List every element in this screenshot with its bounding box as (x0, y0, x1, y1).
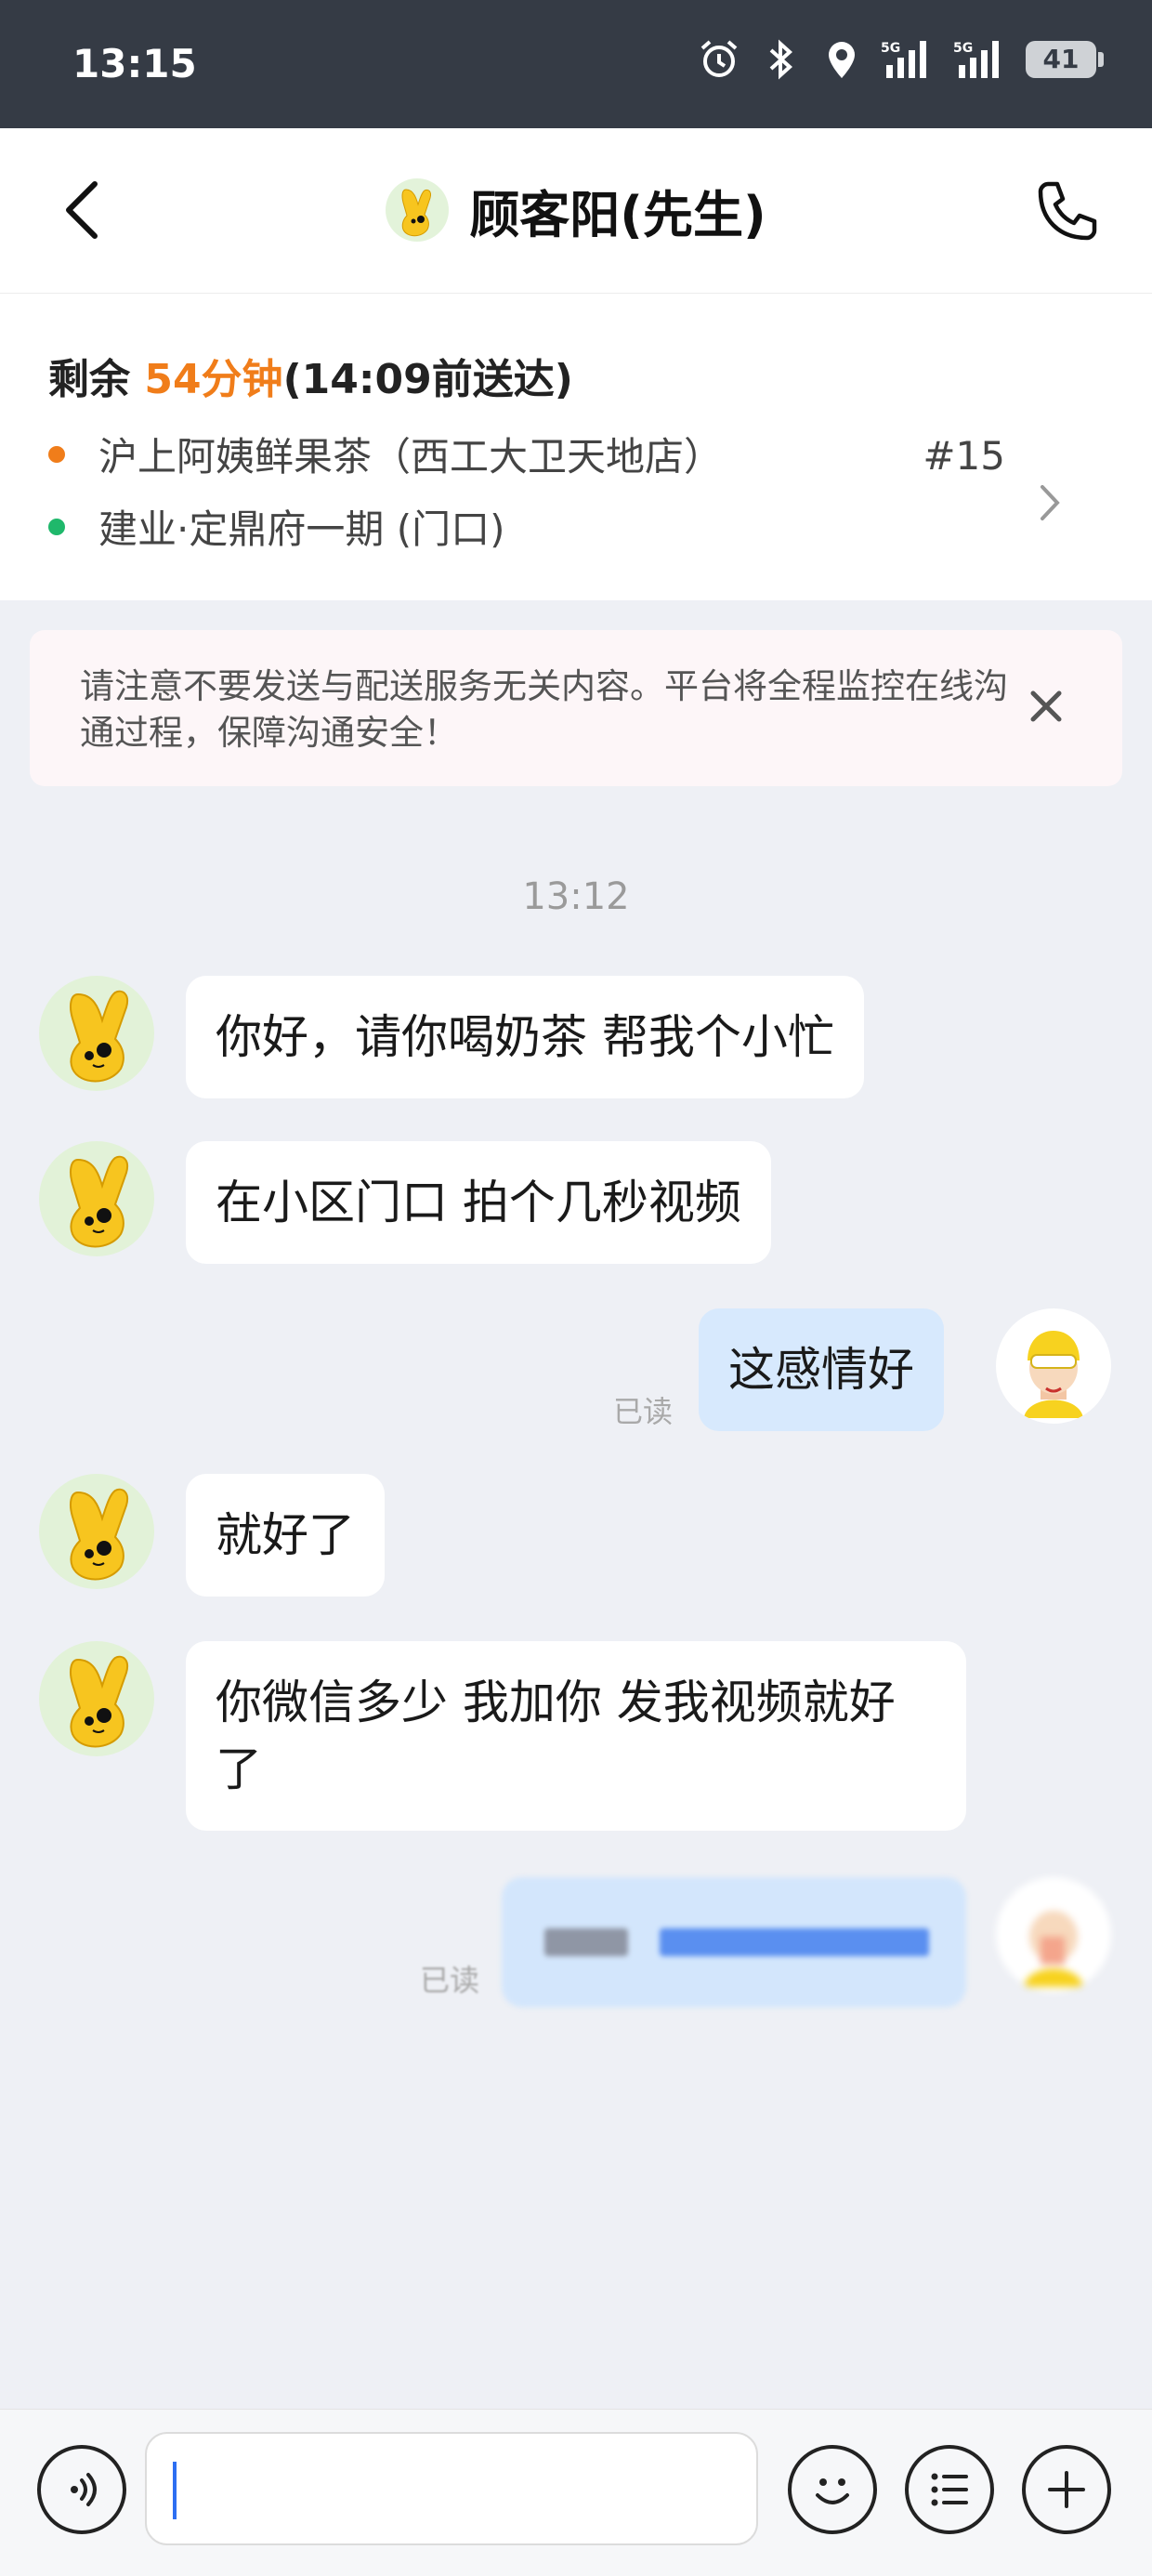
customer-avatar[interactable] (39, 1474, 154, 1589)
chevron-right-icon[interactable] (1028, 470, 1074, 535)
destination-dot (48, 518, 65, 535)
voice-button[interactable] (37, 2445, 126, 2534)
redaction-block (660, 1928, 929, 1956)
emoji-button[interactable] (788, 2445, 877, 2534)
signal-5g-icon: 5G (881, 41, 926, 78)
signal-5g-icon: 5G (953, 41, 999, 78)
remain-prefix: 剩余 (48, 356, 145, 403)
phone-icon[interactable] (1031, 177, 1102, 247)
status-bar: 13:15 5G 5G 41 (0, 0, 1152, 128)
store-name: 沪上阿姨鲜果茶（西工大卫天地店） (98, 434, 724, 480)
store-dot (48, 445, 65, 463)
message-bubble[interactable]: 你好，请你喝奶茶 帮我个小忙 (186, 976, 864, 1098)
mascot-icon (70, 1155, 128, 1248)
customer-avatar[interactable] (39, 1641, 154, 1756)
close-icon[interactable] (1026, 686, 1067, 727)
safety-notice: 请注意不要发送与配送服务无关内容。平台将全程监控在线沟通过程，保障沟通安全！ (30, 630, 1122, 786)
chat-header: 顾客阳(先生) (0, 128, 1152, 294)
notice-text: 请注意不要发送与配送服务无关内容。平台将全程监控在线沟通过程，保障沟通安全！ (80, 666, 1008, 753)
svg-text:5G: 5G (953, 41, 973, 56)
rider-icon (1024, 1911, 1083, 1987)
rider-icon (1024, 1331, 1083, 1418)
mascot-icon (70, 1488, 128, 1581)
page-title: 顾客阳(先生) (0, 173, 1152, 247)
chat-timestamp: 13:12 (522, 875, 630, 918)
customer-avatar[interactable] (39, 976, 154, 1091)
mascot-icon (401, 189, 432, 237)
list-icon (931, 2473, 968, 2506)
location-icon (829, 42, 855, 78)
read-status: 已读 (420, 1963, 480, 1998)
quick-reply-button[interactable] (905, 2445, 994, 2534)
message-bubble-mine[interactable]: 这感情好 (699, 1308, 944, 1431)
battery-icon: 41 (1026, 41, 1104, 78)
alarm-icon (700, 40, 738, 77)
plus-icon (1048, 2471, 1085, 2508)
order-info-card[interactable]: 剩余 54分钟(14:09前送达) 沪上阿姨鲜果茶（西工大卫天地店） #15 建… (0, 294, 1152, 600)
redacted-message-bubble[interactable] (502, 1877, 966, 2007)
remain-minutes: 54分钟 (144, 356, 283, 403)
rider-avatar[interactable] (996, 1877, 1111, 1992)
read-status: 已读 (613, 1394, 674, 1429)
text-caret (173, 2462, 177, 2519)
status-time: 13:15 (72, 41, 197, 86)
message-bubble[interactable]: 就好了 (186, 1474, 385, 1597)
message-input[interactable] (145, 2432, 758, 2545)
mascot-icon (70, 1655, 128, 1748)
bluetooth-icon (769, 39, 792, 80)
destination-address: 建业·定鼎府一期 (门口) (98, 506, 505, 552)
customer-avatar (386, 178, 450, 242)
order-number: #15 (923, 433, 1005, 479)
message-bubble[interactable]: 你微信多少 我加你 发我视频就好了 (186, 1641, 966, 1831)
store-row: 沪上阿姨鲜果茶（西工大卫天地店） (48, 426, 723, 482)
mascot-icon (70, 990, 128, 1083)
destination-row: 建业·定鼎府一期 (门口) (48, 498, 504, 555)
input-bar (0, 2409, 1152, 2576)
remaining-time: 剩余 54分钟(14:09前送达) (48, 346, 573, 405)
redaction-block (544, 1928, 628, 1956)
voice-icon (71, 2473, 97, 2506)
svg-text:5G: 5G (881, 41, 900, 56)
customer-avatar[interactable] (39, 1141, 154, 1256)
rider-avatar[interactable] (996, 1308, 1111, 1424)
more-button[interactable] (1022, 2445, 1111, 2534)
status-icons: 5G 5G 41 (697, 37, 1104, 82)
smiley-icon (816, 2478, 849, 2504)
message-bubble[interactable]: 在小区门口 拍个几秒视频 (186, 1141, 771, 1264)
remain-deadline: (14:09前送达) (282, 356, 573, 403)
customer-name: 顾客阳(先生) (469, 185, 766, 244)
